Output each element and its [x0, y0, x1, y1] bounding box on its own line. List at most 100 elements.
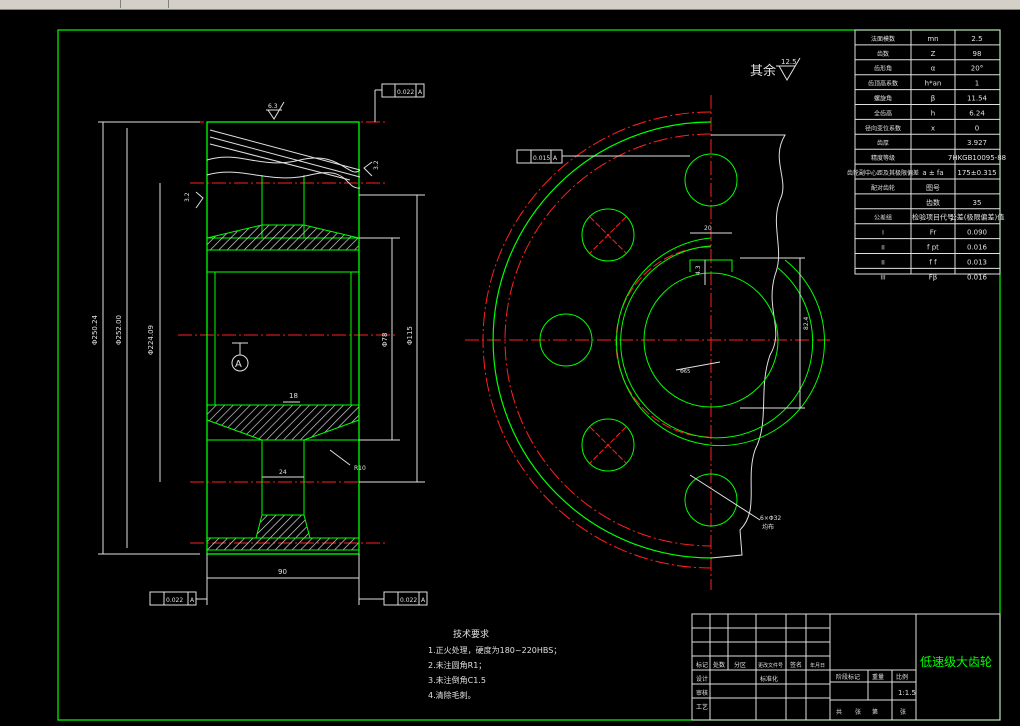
roughness-right: 3.2	[373, 160, 380, 170]
table-cell: 175±0.315	[957, 169, 996, 177]
table-cell: 检验项目代号	[912, 213, 954, 222]
table-cell: 0.013	[967, 258, 987, 266]
drawing-border	[57, 29, 1001, 721]
svg-text:0.022: 0.022	[400, 597, 417, 604]
svg-text:年月日: 年月日	[810, 662, 825, 669]
table-cell: 公差组	[874, 214, 892, 222]
dim-holes-note: 均布	[762, 523, 774, 531]
param-row: 法面模数 mn 2.5	[871, 35, 983, 43]
svg-text:分区: 分区	[734, 661, 746, 669]
toolbar-tab[interactable]	[0, 0, 121, 8]
svg-text:处数: 处数	[713, 661, 725, 669]
table-cell: 公差(极限偏差)值	[950, 213, 1004, 222]
svg-text:A: A	[190, 597, 195, 604]
param-row: 齿厚 3.927	[877, 139, 987, 147]
table-cell: f pt	[927, 244, 939, 252]
tech-title: 技术要求	[453, 628, 489, 640]
tolerance-header-row: 公差组 检验项目代号公差(极限偏差)值	[874, 213, 1004, 222]
table-cell: II	[881, 245, 885, 252]
dim-web: 18	[289, 392, 298, 400]
table-cell: 精度等级	[871, 154, 895, 162]
svg-text:1:1.5: 1:1.5	[898, 689, 916, 697]
dim-hub-diameter: Φ115	[406, 326, 414, 345]
dim-fillet: R10	[354, 465, 366, 472]
cad-drawing: Φ250.24 Φ252.00 Φ224.09 Φ115 Φ78 90 18 2…	[57, 29, 1006, 721]
param-row: 齿形角 α 20°	[874, 65, 983, 73]
table-cell: α	[931, 65, 936, 73]
svg-text:张: 张	[855, 708, 861, 716]
table-cell: 3.927	[967, 139, 987, 147]
table-cell: β	[931, 95, 935, 103]
dim-key-width: 20	[704, 225, 712, 232]
table-cell: 齿数	[926, 198, 940, 207]
dim-bore: Φ65	[680, 369, 690, 375]
svg-text:A: A	[553, 155, 558, 162]
section-view: Φ250.24 Φ252.00 Φ224.09 Φ115 Φ78 90 18 2…	[91, 83, 428, 606]
table-cell: 11.54	[967, 95, 988, 103]
param-row: 齿顶高系数 h*an 1	[868, 80, 979, 88]
dim-keyway: 4.3	[695, 265, 702, 275]
tolerance-row: II f pt 0.016	[881, 244, 987, 252]
dim-width: 90	[278, 568, 287, 576]
datum-a: A	[235, 359, 242, 370]
svg-text:工艺: 工艺	[696, 703, 708, 711]
gear-parameter-table: 法面模数 mn 2.5 齿数 Z 98 齿形角 α 20° 齿顶高系数 h*an 1 螺旋角 β 11.54…	[847, 29, 1006, 281]
roughness-top: 6.3	[268, 103, 278, 110]
surface-roughness: 12.5	[781, 58, 797, 66]
table-cell: 齿轮副中心距及其极限偏差	[847, 169, 919, 177]
title-block: 标记 处数 分区 更改文件号 签名 年月日 设计 审核 工艺 标准化 阶段标记 …	[691, 613, 1001, 721]
drawing-title: 低速级大齿轮	[920, 655, 992, 669]
surface-note: 其余	[750, 63, 776, 79]
svg-text:更改文件号: 更改文件号	[758, 662, 783, 669]
table-cell: 0.090	[967, 229, 987, 237]
tech-requirements: 技术要求 1.正火处理，硬度为180~220HBS； 2.未注圆角R1； 3.未…	[428, 628, 561, 700]
table-cell: 全齿高	[874, 109, 892, 117]
roughness-left: 3.2	[184, 192, 191, 202]
table-cell: a ± fa	[922, 169, 943, 177]
table-cell: II	[881, 259, 885, 266]
table-cell: 1	[975, 80, 979, 88]
table-cell: 0.016	[967, 244, 988, 252]
table-cell: III	[880, 274, 886, 281]
gdt-frame-top: 0.022 A	[374, 83, 425, 122]
dim-root-diameter: Φ252.00	[115, 315, 123, 345]
table-cell: 35	[973, 199, 982, 207]
svg-text:共: 共	[836, 708, 842, 716]
svg-text:比例: 比例	[896, 673, 908, 681]
dim-hub-length: 24	[279, 469, 287, 476]
param-row: 精度等级 7HKGB10095-88	[871, 154, 1006, 162]
table-cell: 0.016	[967, 273, 988, 281]
table-cell: 齿顶高系数	[868, 80, 898, 88]
tolerance-row: I Fr 0.090	[882, 229, 987, 237]
table-cell: 法面模数	[871, 35, 895, 43]
tech-item: 2.未注圆角R1；	[428, 660, 486, 670]
table-cell: 径向变位系数	[865, 124, 901, 132]
table-cell: Fr	[930, 229, 937, 237]
table-cell: I	[882, 230, 884, 237]
dim-holes: 6×Φ32	[760, 515, 781, 522]
svg-text:A: A	[418, 89, 423, 96]
svg-text:审核: 审核	[696, 689, 708, 697]
table-cell: 齿数	[877, 50, 889, 58]
param-row: 螺旋角 β 11.54	[874, 95, 988, 103]
table-cell: mn	[927, 35, 938, 43]
table-cell: h*an	[925, 80, 942, 88]
svg-text:0.022: 0.022	[166, 597, 183, 604]
table-cell: 7HKGB10095-88	[948, 154, 1006, 162]
param-row: 径向变位系数 x 0	[865, 124, 979, 132]
table-cell: h	[931, 109, 935, 117]
table-cell: 20°	[971, 65, 983, 73]
toolbar-tab[interactable]	[120, 0, 169, 8]
tech-item: 3.未注倒角C1.5	[428, 675, 486, 685]
param-row: 齿数 35	[926, 198, 981, 207]
tech-item: 1.正火处理，硬度为180~220HBS；	[428, 645, 561, 655]
param-row: 齿轮副中心距及其极限偏差 a ± fa 175±0.315	[847, 169, 997, 177]
table-cell: 98	[973, 50, 982, 58]
svg-text:张: 张	[900, 708, 906, 716]
svg-text:标记: 标记	[696, 661, 708, 669]
table-cell: 图号	[926, 184, 940, 192]
dim-bolt-circle: Φ224.09	[147, 325, 155, 355]
table-cell: Z	[931, 50, 936, 58]
gdt-frame-bottom-right: 0.022 A	[359, 591, 428, 606]
dim-key-height: 82.4	[803, 316, 810, 330]
